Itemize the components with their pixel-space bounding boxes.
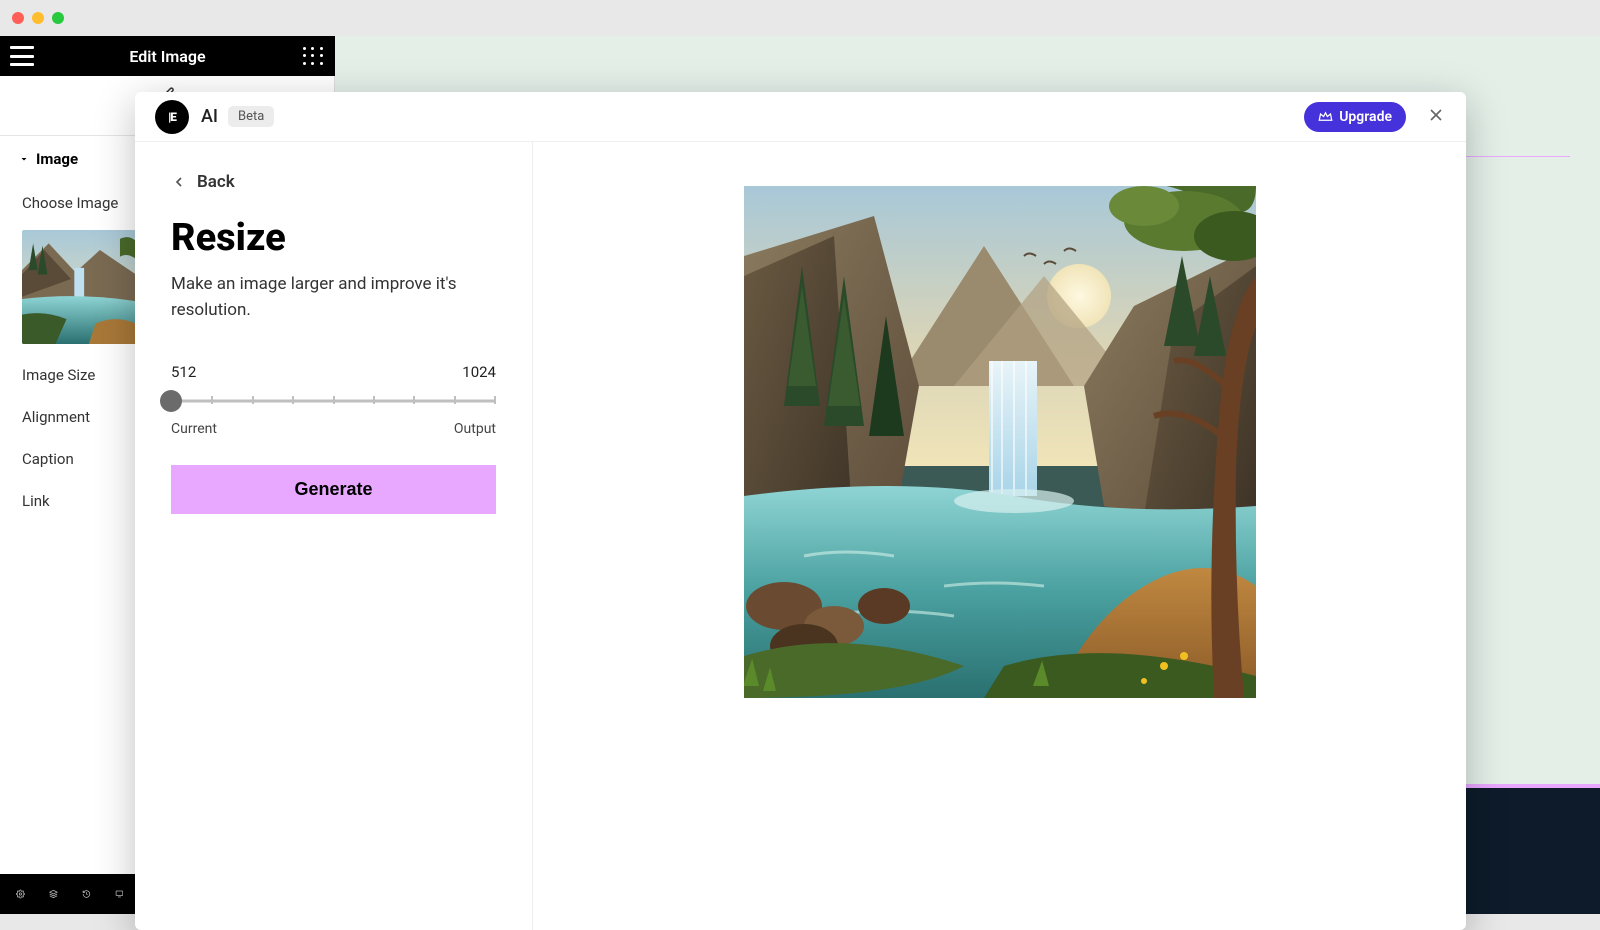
grid-menu-icon[interactable] <box>301 46 325 66</box>
traffic-light-zoom[interactable] <box>52 12 64 24</box>
back-button[interactable]: Back <box>171 172 496 192</box>
back-label: Back <box>197 172 235 192</box>
caret-down-icon <box>18 153 30 165</box>
traffic-light-minimize[interactable] <box>32 12 44 24</box>
chevron-left-icon <box>171 174 187 190</box>
landscape-thumbnail-art <box>22 230 136 344</box>
slider-output-label: Output <box>454 421 496 437</box>
modal-header: |E AI Beta Upgrade <box>135 92 1466 142</box>
slider-min-label: 512 <box>171 363 196 381</box>
slider-sub-labels: Current Output <box>171 421 496 437</box>
history-icon[interactable] <box>82 885 91 903</box>
modal-preview-panel <box>533 142 1466 930</box>
slider-max-label: 1024 <box>462 363 496 381</box>
generate-button[interactable]: Generate <box>171 465 496 514</box>
alignment-label: Alignment <box>22 408 90 426</box>
image-thumbnail[interactable] <box>22 230 136 344</box>
hamburger-icon[interactable] <box>10 46 34 66</box>
resize-slider[interactable] <box>171 389 496 413</box>
sidebar-header: Edit Image <box>0 36 335 76</box>
close-button[interactable] <box>1426 105 1446 129</box>
slider-thumb[interactable] <box>160 390 182 412</box>
responsive-icon[interactable] <box>115 885 124 903</box>
slider-value-labels: 512 1024 <box>171 363 496 381</box>
ai-label: AI <box>201 106 218 127</box>
slider-ticks <box>171 398 496 404</box>
upgrade-button[interactable]: Upgrade <box>1304 102 1406 132</box>
modal-body: Back Resize Make an image larger and imp… <box>135 142 1466 930</box>
section-image-label: Image <box>36 150 78 168</box>
resize-description: Make an image larger and improve it's re… <box>171 272 496 323</box>
traffic-light-close[interactable] <box>12 12 24 24</box>
canvas-top-strip <box>335 36 1600 76</box>
ai-modal: |E AI Beta Upgrade Back Resize Make an i… <box>135 92 1466 930</box>
settings-icon[interactable] <box>16 885 25 903</box>
app-root: Edit Image Content Image Choose Image <box>0 36 1600 914</box>
sidebar-title: Edit Image <box>129 47 205 66</box>
landscape-preview-art <box>744 186 1256 698</box>
layers-icon[interactable] <box>49 885 58 903</box>
window-titlebar <box>0 0 1600 36</box>
resize-heading: Resize <box>171 216 496 260</box>
beta-badge: Beta <box>228 106 274 127</box>
preview-image <box>744 186 1256 698</box>
crown-icon <box>1318 109 1333 124</box>
slider-current-label: Current <box>171 421 217 437</box>
elementor-logo-icon: |E <box>155 100 189 134</box>
close-icon <box>1426 105 1446 125</box>
upgrade-label: Upgrade <box>1339 109 1392 125</box>
modal-left-panel: Back Resize Make an image larger and imp… <box>135 142 533 930</box>
